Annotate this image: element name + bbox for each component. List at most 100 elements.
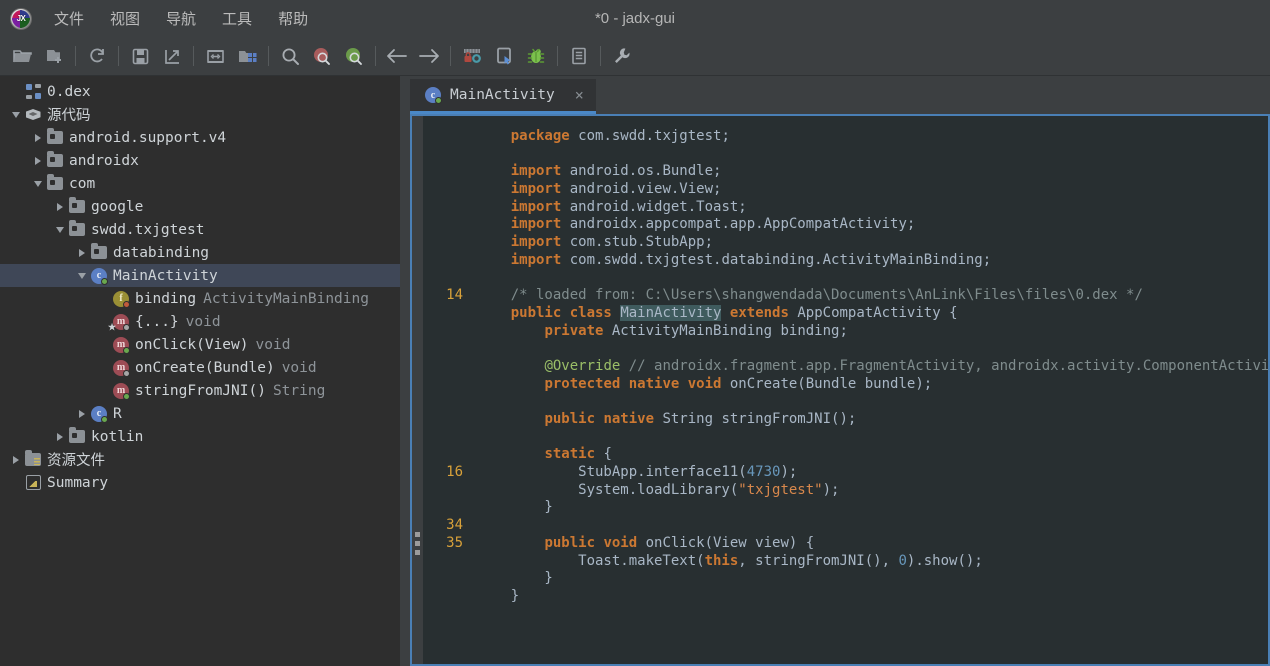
chevron-right-icon[interactable] xyxy=(52,429,68,445)
code-token: com.stub.StubApp; xyxy=(561,234,714,251)
chevron-down-icon[interactable] xyxy=(8,107,24,123)
chevron-right-icon[interactable] xyxy=(8,452,24,468)
search-icon[interactable] xyxy=(276,42,304,70)
chevron-right-icon[interactable] xyxy=(74,245,90,261)
code-token: import xyxy=(510,163,562,180)
line-number-blank xyxy=(423,252,463,270)
code-token: import xyxy=(510,198,562,215)
split-pane-divider[interactable] xyxy=(400,76,410,666)
debug-bug-icon[interactable] xyxy=(522,42,550,70)
code-line: } xyxy=(477,588,1268,606)
tree-item-type: void xyxy=(185,313,221,330)
add-files-icon[interactable] xyxy=(40,42,68,70)
menu-view[interactable]: 视图 xyxy=(100,5,150,32)
class-icon: c xyxy=(424,86,442,104)
code-token: android.os.Bundle; xyxy=(561,163,722,180)
folder-icon xyxy=(68,197,86,216)
tab-label: MainActivity xyxy=(450,87,555,103)
code-line: import androidx.appcompat.app.AppCompatA… xyxy=(477,216,1268,234)
quark-icon[interactable] xyxy=(490,42,518,70)
tree-item-label: 0.dex xyxy=(47,83,91,100)
code-line: StubApp.interface11(4730); xyxy=(477,464,1268,482)
back-arrow-icon[interactable] xyxy=(383,42,411,70)
tab-mainactivity[interactable]: c MainActivity × xyxy=(410,79,596,114)
code-token: onCreate(Bundle bundle); xyxy=(721,375,933,392)
tree-item-oncreate-bundle[interactable]: m onCreate(Bundle) void xyxy=(0,356,400,379)
tree-item-[interactable]: 资源文件 xyxy=(0,448,400,471)
toolbar-separator xyxy=(450,46,451,66)
code-token: ); xyxy=(780,464,798,481)
menu-navigation[interactable]: 导航 xyxy=(156,5,206,32)
deobfuscation-icon[interactable] xyxy=(458,42,486,70)
folder-icon xyxy=(90,243,108,262)
chevron-right-icon[interactable] xyxy=(52,199,68,215)
flat-packages-icon[interactable] xyxy=(233,42,261,70)
code-line: protected native void onCreate(Bundle bu… xyxy=(477,376,1268,394)
tree-item-kotlin[interactable]: kotlin xyxy=(0,425,400,448)
tree-item-label: androidx xyxy=(69,152,139,169)
code-line: public native String stringFromJNI(); xyxy=(477,411,1268,429)
tree-item-binding[interactable]: f binding ActivityMainBinding xyxy=(0,287,400,310)
tree-item-swdd-txjgtest[interactable]: swdd.txjgtest xyxy=(0,218,400,241)
code-token: public class xyxy=(510,304,612,321)
menu-help[interactable]: 帮助 xyxy=(268,5,318,32)
chevron-right-icon[interactable] xyxy=(30,153,46,169)
tree-item-stringfromjni[interactable]: m stringFromJNI() String xyxy=(0,379,400,402)
code-viewer[interactable]: 14 16 34 35 package com.swdd.txjgtest; im… xyxy=(410,114,1270,666)
code-marker[interactable] xyxy=(415,532,420,537)
tree-item-[interactable]: m ★ {...} void xyxy=(0,310,400,333)
code-marker[interactable] xyxy=(415,541,420,546)
tree-item-com[interactable]: com xyxy=(0,172,400,195)
tree-item-[interactable]: 源代码 xyxy=(0,103,400,126)
line-number-blank xyxy=(423,570,463,588)
tree-item-androidx[interactable]: androidx xyxy=(0,149,400,172)
export-icon[interactable] xyxy=(158,42,186,70)
save-all-icon[interactable] xyxy=(126,42,154,70)
menu-file[interactable]: 文件 xyxy=(44,5,94,32)
tree-item-0-dex[interactable]: 0.dex xyxy=(0,80,400,103)
chevron-right-icon[interactable] xyxy=(30,130,46,146)
preferences-wrench-icon[interactable] xyxy=(608,42,636,70)
line-number-blank xyxy=(423,446,463,464)
code-line: } xyxy=(477,499,1268,517)
code-marker[interactable] xyxy=(415,550,420,555)
tree-item-databinding[interactable]: databinding xyxy=(0,241,400,264)
toolbar-separator xyxy=(75,46,76,66)
tree-item-android-support-v4[interactable]: android.support.v4 xyxy=(0,126,400,149)
chevron-down-icon[interactable] xyxy=(74,268,90,284)
chevron-down-icon[interactable] xyxy=(30,176,46,192)
tree-item-mainactivity[interactable]: c MainActivity xyxy=(0,264,400,287)
code-token: MainActivity xyxy=(620,304,722,321)
project-tree[interactable]: 0.dex 源代码 android.support.v4 androidx com goo… xyxy=(0,76,400,666)
open-file-icon[interactable] xyxy=(8,42,36,70)
search-class-icon[interactable] xyxy=(308,42,336,70)
menu-tools[interactable]: 工具 xyxy=(212,5,262,32)
close-icon[interactable]: × xyxy=(575,86,584,104)
tree-item-google[interactable]: google xyxy=(0,195,400,218)
source-code[interactable]: package com.swdd.txjgtest; import androi… xyxy=(471,116,1268,664)
search-comment-icon[interactable] xyxy=(340,42,368,70)
tree-item-type: String xyxy=(272,382,326,399)
line-number-blank xyxy=(423,146,463,164)
forward-arrow-icon[interactable] xyxy=(415,42,443,70)
tree-item-r[interactable]: cR xyxy=(0,402,400,425)
code-token: public native xyxy=(544,411,655,427)
tree-item-label: kotlin xyxy=(91,428,144,445)
log-viewer-icon[interactable] xyxy=(565,42,593,70)
tree-item-onclick-view[interactable]: m onClick(View) void xyxy=(0,333,400,356)
code-token: protected native void xyxy=(544,375,722,392)
code-line: } xyxy=(477,570,1268,588)
chevron-right-icon[interactable] xyxy=(74,406,90,422)
tree-item-summary[interactable]: Summary xyxy=(0,471,400,494)
reload-icon[interactable] xyxy=(83,42,111,70)
chevron-down-icon[interactable] xyxy=(52,222,68,238)
tree-item-label: binding xyxy=(135,290,197,307)
code-line: import com.stub.StubApp; xyxy=(477,234,1268,252)
line-number-blank xyxy=(423,482,463,500)
code-token: @Override xyxy=(544,357,621,374)
line-number-blank xyxy=(423,411,463,429)
sync-with-tree-icon[interactable] xyxy=(201,42,229,70)
